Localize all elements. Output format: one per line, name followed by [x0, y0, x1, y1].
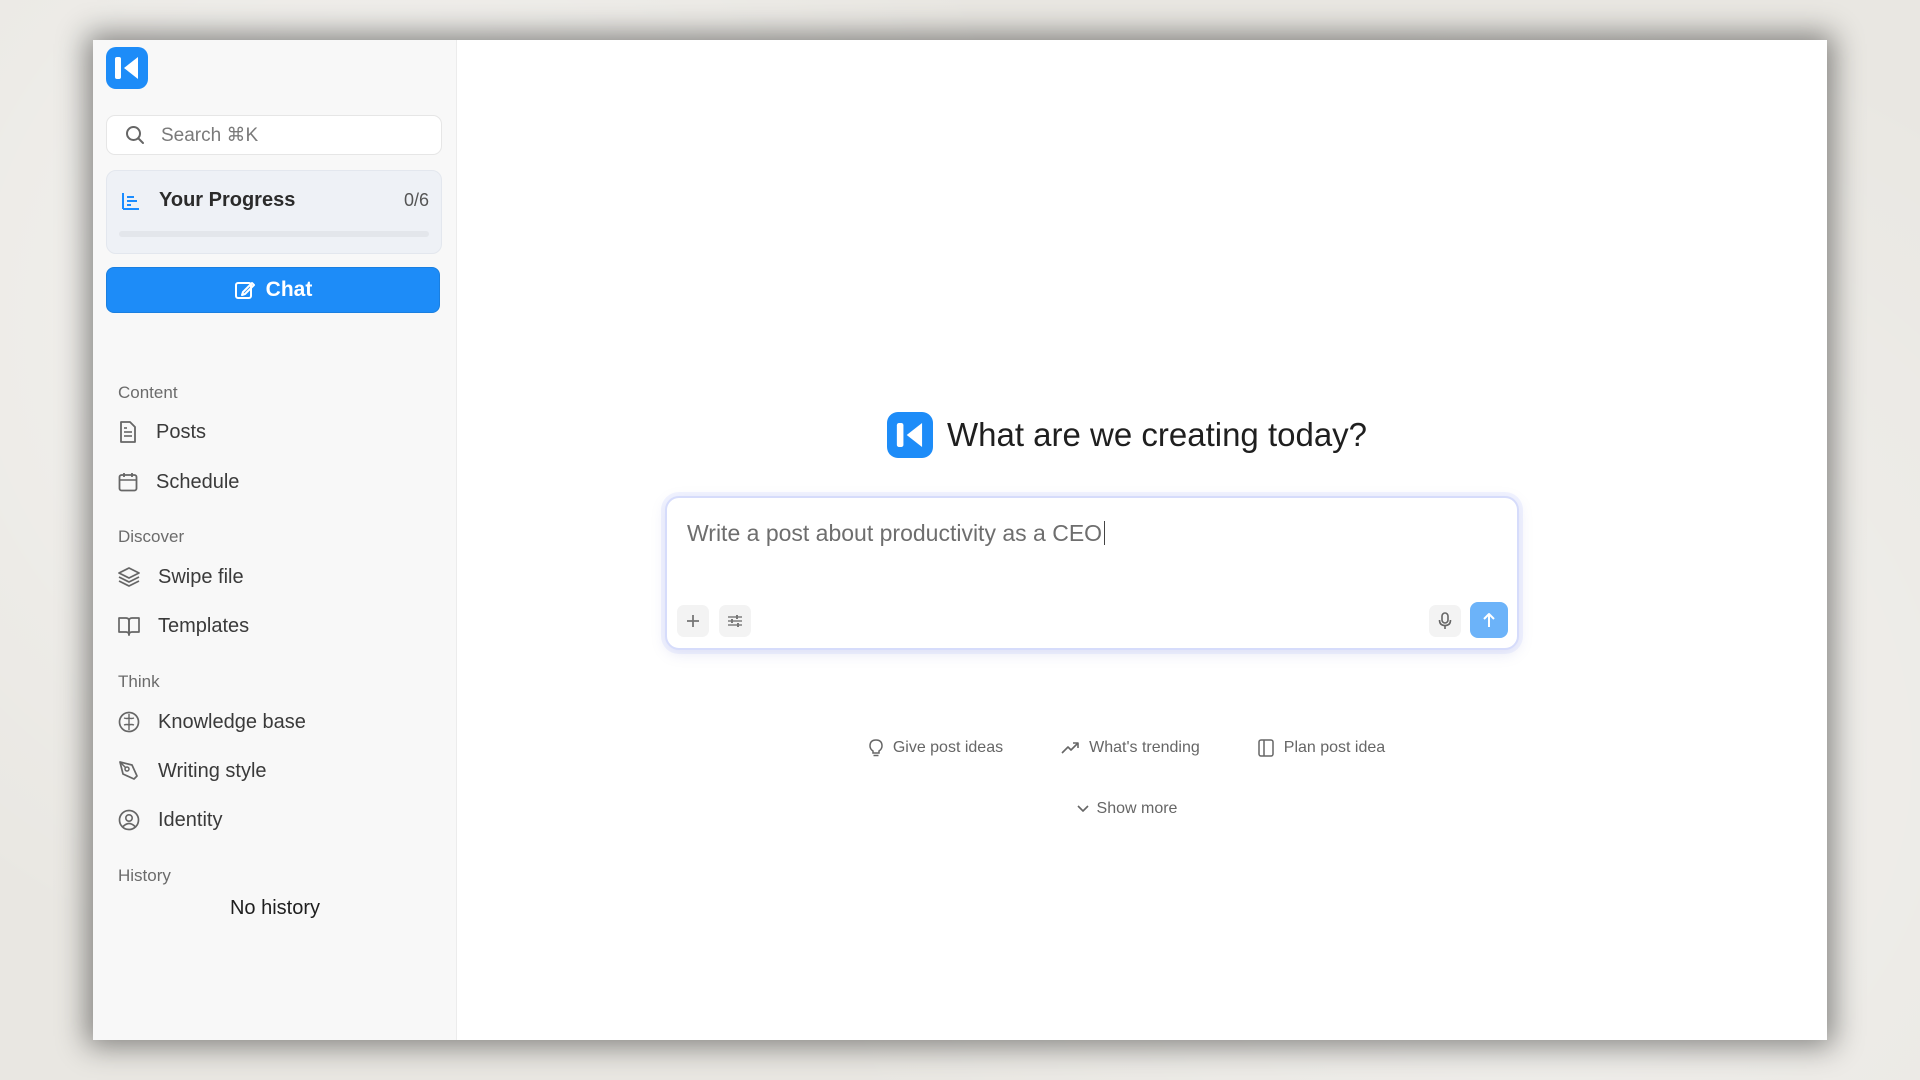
show-more-button[interactable]: Show more — [427, 800, 1827, 818]
suggestion-label: Give post ideas — [892, 739, 1004, 756]
book-icon — [118, 617, 140, 636]
layers-icon — [118, 567, 140, 587]
section-title-think: Think — [118, 672, 160, 691]
suggestion-label: Plan post idea — [1283, 739, 1386, 756]
sidebar-item-label: Swipe file — [158, 565, 244, 588]
section-title-content: Content — [118, 383, 178, 402]
brain-icon — [118, 711, 140, 733]
progress-count: 0/6 — [403, 190, 429, 210]
sidebar-item-label: Schedule — [156, 470, 240, 493]
chevron-down-icon — [1076, 805, 1089, 812]
sidebar-item-swipe-file[interactable]: Swipe file — [118, 562, 244, 592]
page-title: What are we creating today? — [946, 416, 1368, 453]
document-icon — [120, 421, 136, 443]
suggestion-label: What's trending — [1089, 739, 1200, 756]
sidebar-item-schedule[interactable]: Schedule — [118, 467, 239, 497]
progress-label: Your Progress — [159, 189, 296, 211]
main-content: What are we creating today? Write a post… — [457, 40, 1827, 1040]
suggestion-list: Give post ideas What's trending Plan pos… — [427, 739, 1827, 757]
sidebar-item-identity[interactable]: Identity — [118, 805, 222, 835]
section-title-history: History — [118, 866, 171, 885]
search-input[interactable]: Search ⌘K — [106, 115, 442, 155]
arrow-up-icon — [1483, 613, 1495, 627]
pen-nib-icon — [119, 761, 138, 780]
sidebar-item-label: Posts — [156, 420, 207, 443]
app-window: Search ⌘K Your Progress 0/6 Chat Content… — [93, 40, 1827, 1040]
app-logo[interactable] — [106, 47, 148, 89]
panel-icon — [1258, 739, 1274, 757]
lightbulb-icon — [869, 739, 883, 757]
suggestion-give-post-ideas[interactable]: Give post ideas — [869, 739, 1003, 757]
sidebar-item-posts[interactable]: Posts — [118, 417, 206, 447]
edit-icon — [234, 282, 255, 299]
progress-bar — [119, 231, 429, 237]
prompt-text: Write a post about productivity as a CEO — [687, 520, 1103, 546]
text-caret — [1104, 521, 1106, 545]
calendar-icon — [118, 473, 138, 492]
microphone-icon — [1438, 612, 1452, 629]
plus-icon — [687, 615, 699, 627]
trending-up-icon — [1061, 742, 1079, 754]
user-circle-icon — [118, 809, 140, 831]
send-button[interactable] — [1470, 602, 1508, 638]
microphone-button[interactable] — [1429, 605, 1461, 637]
sidebar-item-label: Identity — [158, 808, 223, 831]
app-logo-icon — [886, 412, 933, 458]
sidebar-item-templates[interactable]: Templates — [118, 611, 249, 641]
sidebar-item-writing-style[interactable]: Writing style — [118, 756, 267, 786]
suggestion-whats-trending[interactable]: What's trending — [1061, 739, 1200, 757]
history-empty-text: No history — [229, 897, 321, 919]
search-placeholder: Search ⌘K — [161, 124, 259, 146]
sliders-icon — [728, 615, 742, 627]
chat-button-label: Chat — [265, 278, 313, 301]
sidebar: Search ⌘K Your Progress 0/6 Chat Content… — [93, 40, 457, 1040]
sidebar-item-label: Knowledge base — [158, 710, 306, 733]
hero: What are we creating today? — [427, 412, 1827, 458]
sidebar-item-label: Writing style — [158, 759, 267, 782]
progress-card[interactable]: Your Progress 0/6 — [106, 170, 442, 254]
settings-sliders-button[interactable] — [719, 605, 751, 637]
add-attachment-button[interactable] — [677, 605, 709, 637]
suggestion-plan-post-idea[interactable]: Plan post idea — [1258, 739, 1385, 757]
prompt-input[interactable]: Write a post about productivity as a CEO — [665, 496, 1519, 650]
section-title-discover: Discover — [118, 527, 185, 546]
sidebar-item-knowledge-base[interactable]: Knowledge base — [118, 707, 306, 737]
chat-button[interactable]: Chat — [106, 267, 440, 313]
sidebar-item-label: Templates — [158, 614, 250, 637]
bar-chart-icon — [122, 192, 139, 210]
show-more-label: Show more — [1096, 800, 1178, 817]
search-icon — [126, 126, 144, 144]
